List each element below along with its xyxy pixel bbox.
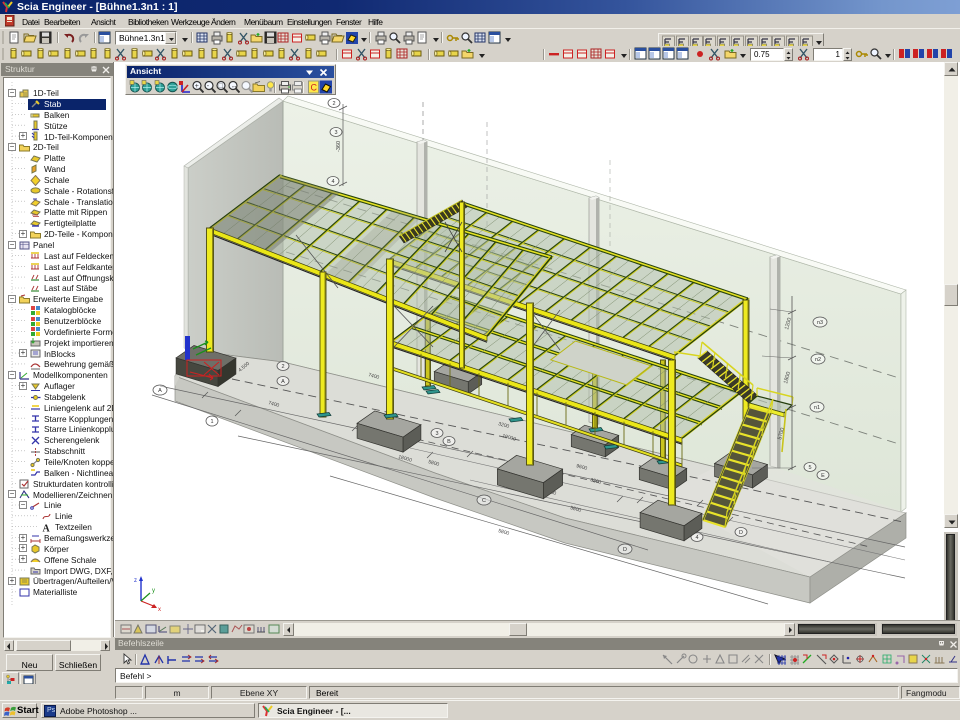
svg-text:n1: n1 (814, 405, 820, 411)
svg-text:C: C (310, 83, 317, 93)
svg-text:B: B (447, 439, 451, 445)
svg-text:A: A (281, 379, 285, 385)
svg-text:C: C (482, 498, 486, 504)
svg-text:2: 2 (281, 364, 284, 370)
svg-text:n2: n2 (815, 357, 821, 363)
svg-text:3: 3 (435, 431, 438, 437)
svg-text:-360: -360 (336, 141, 342, 152)
svg-text:A: A (158, 388, 162, 394)
svg-text:x: x (158, 607, 161, 613)
svg-text:z: z (134, 578, 137, 584)
svg-text:4: 4 (331, 179, 334, 185)
svg-text:E: E (821, 473, 825, 479)
svg-text:n3: n3 (817, 320, 823, 326)
svg-text:4: 4 (695, 535, 698, 541)
svg-text:↔: ↔ (231, 83, 238, 90)
svg-text:D: D (739, 530, 743, 536)
svg-text:+: + (194, 83, 198, 90)
svg-text:3: 3 (334, 130, 337, 136)
svg-text:A: A (43, 523, 51, 533)
svg-text:5: 5 (808, 465, 811, 471)
svg-text:1: 1 (210, 419, 213, 425)
svg-text:y: y (152, 588, 155, 594)
svg-text:2: 2 (332, 101, 335, 107)
svg-text:D: D (623, 547, 627, 553)
